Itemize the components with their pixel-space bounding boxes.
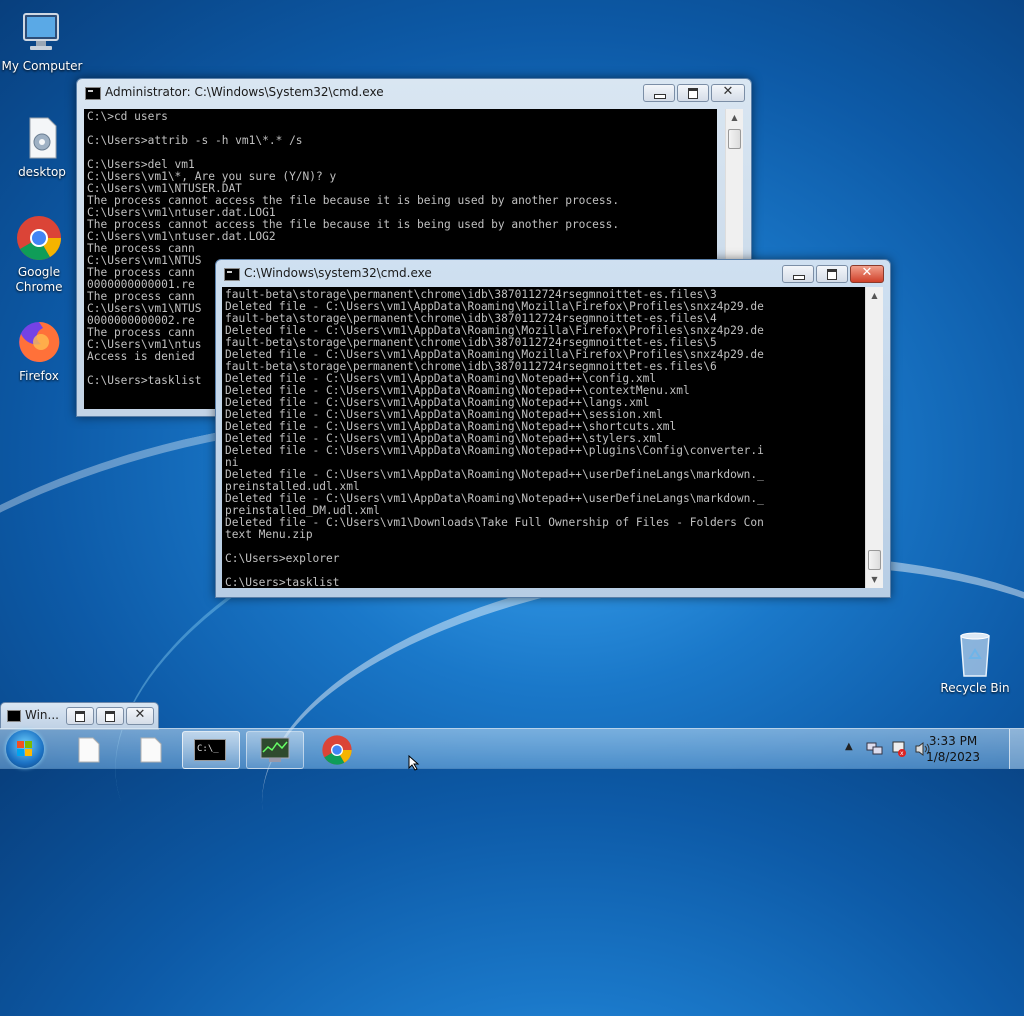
task-manager-icon — [260, 737, 290, 762]
close-button[interactable]: ✕ — [126, 707, 154, 725]
minimize-icon — [654, 94, 666, 99]
desktop-icon-label: My Computer — [1, 59, 83, 73]
close-button[interactable]: ✕ — [711, 84, 745, 102]
file-icon — [78, 737, 100, 763]
maximize-icon — [105, 711, 115, 722]
scroll-up-icon[interactable]: ▲ — [866, 287, 883, 304]
action-center-icon[interactable]: x — [890, 740, 908, 758]
network-icon[interactable] — [866, 741, 884, 757]
scroll-down-icon[interactable]: ▼ — [866, 571, 883, 588]
firefox-icon — [15, 318, 63, 366]
mouse-cursor-icon — [408, 755, 420, 771]
desktop-icon-recycle-bin[interactable]: Recycle Bin — [933, 630, 1017, 696]
maximize-button[interactable] — [96, 707, 124, 725]
settings-file-icon — [18, 114, 66, 162]
desktop-icon-label: Google Chrome — [15, 265, 63, 294]
restore-icon — [75, 711, 85, 722]
cmd-icon — [7, 710, 21, 722]
maximize-icon — [827, 269, 837, 280]
taskbar-item-chrome[interactable] — [310, 731, 366, 767]
close-icon: ✕ — [722, 84, 734, 99]
taskbar-item-file[interactable] — [122, 731, 178, 767]
chrome-icon — [322, 735, 352, 765]
restore-button[interactable] — [66, 707, 94, 725]
maximize-button[interactable] — [816, 265, 848, 283]
file-icon — [140, 737, 162, 763]
desktop-icon-firefox[interactable]: Firefox — [0, 318, 81, 384]
show-desktop-button[interactable] — [1009, 729, 1024, 769]
close-button[interactable]: ✕ — [850, 265, 884, 283]
desktop-icon-label: Firefox — [19, 369, 59, 383]
window-title: C:\Windows\system32\cmd.exe — [244, 266, 432, 280]
scroll-up-icon[interactable]: ▲ — [726, 109, 743, 126]
close-icon: ✕ — [861, 265, 873, 280]
system-clock[interactable]: 3:33 PM 1/8/2023 — [926, 733, 980, 765]
scroll-thumb[interactable] — [728, 129, 741, 149]
cmd-window-active[interactable]: C:\Windows\system32\cmd.exe ✕ fault-beta… — [215, 259, 891, 598]
scroll-thumb[interactable] — [868, 550, 881, 570]
title-bar[interactable]: Administrator: C:\Windows\System32\cmd.e… — [77, 79, 751, 105]
desktop-icon-google-chrome[interactable]: Google Chrome — [0, 214, 81, 295]
taskbar-item-task-manager[interactable] — [246, 731, 304, 769]
taskbar: C:\_ ▲ x 3:33 PM 1/8/2023 — [0, 728, 1024, 771]
desktop-icon-label: desktop — [18, 165, 66, 179]
cmd-icon: C:\_ — [194, 739, 226, 761]
svg-text:x: x — [900, 750, 904, 757]
minimize-button[interactable] — [782, 265, 814, 283]
chrome-icon — [15, 214, 63, 262]
vertical-scrollbar[interactable]: ▲ ▼ — [865, 287, 883, 588]
title-bar[interactable]: C:\Windows\system32\cmd.exe ✕ — [216, 260, 890, 286]
desktop-icon-my-computer[interactable]: My Computer — [0, 8, 84, 74]
desktop-icon-desktop[interactable]: desktop — [0, 114, 84, 180]
clock-time: 3:33 PM — [928, 734, 978, 748]
minimized-window[interactable]: Win... ✕ — [0, 702, 159, 730]
taskbar-item-cmd[interactable]: C:\_ — [182, 731, 240, 769]
cmd-icon — [224, 268, 240, 281]
show-hidden-icons-icon[interactable]: ▲ — [845, 741, 853, 752]
window-title: Win... — [25, 708, 59, 722]
minimize-button[interactable] — [643, 84, 675, 102]
taskbar-item-file[interactable] — [60, 731, 116, 767]
close-icon: ✕ — [134, 707, 146, 722]
console-output[interactable]: fault-beta\storage\permanent\chrome\idb\… — [222, 287, 865, 588]
clock-date: 1/8/2023 — [926, 750, 980, 764]
recycle-bin-icon — [951, 630, 999, 678]
computer-icon — [18, 8, 66, 56]
windows-logo-icon — [17, 741, 33, 757]
cmd-icon — [85, 87, 101, 100]
svg-text:C:\_: C:\_ — [197, 744, 219, 754]
window-title: Administrator: C:\Windows\System32\cmd.e… — [105, 85, 384, 99]
desktop-icon-label: Recycle Bin — [940, 681, 1010, 695]
maximize-icon — [688, 88, 698, 99]
start-button[interactable] — [6, 730, 44, 768]
console-text: fault-beta\storage\permanent\chrome\idb\… — [225, 288, 764, 589]
maximize-button[interactable] — [677, 84, 709, 102]
minimize-icon — [793, 275, 805, 280]
